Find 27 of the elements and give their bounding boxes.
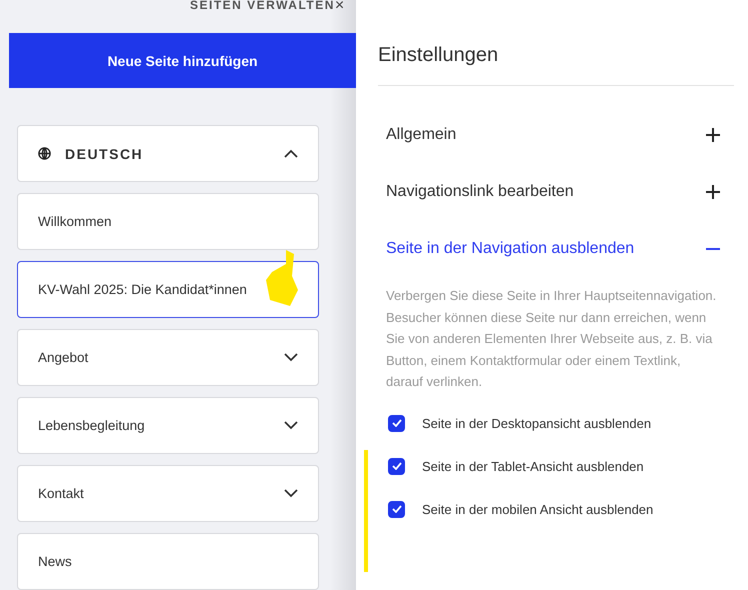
accordion-header[interactable]: Allgemein (378, 106, 734, 163)
description-text: Verbergen Sie diese Seite in Ihrer Hauptseitennavigation. Besucher können diese Seite nur dann erreichen, wenn Sie von anderen Elementen Ihrer Webseite aus, z. B. via Button, einem Kontaktformular oder einem Textlink, darauf verlinken. (386, 287, 718, 391)
checkbox-label: Seite in der Tablet-Ansicht ausblenden (422, 458, 644, 474)
checkmark-icon (392, 462, 402, 470)
highlighter-mark (264, 250, 298, 308)
checkbox[interactable] (388, 500, 405, 518)
accordion-header[interactable]: Navigationslink bearbeiten (378, 163, 734, 220)
page-item[interactable]: Angebot (17, 329, 319, 386)
panel-title: SEITEN VERWALTEN (190, 0, 335, 12)
checkbox-label: Seite in der mobilen Ansicht ausblenden (422, 502, 654, 516)
checkbox-label: Seite in der Desktopansicht ausblenden (422, 416, 652, 430)
close-button[interactable]: × (334, 0, 344, 15)
page-item[interactable]: News (17, 533, 319, 590)
add-page-button[interactable]: Neue Seite hinzufügen (9, 33, 356, 88)
language-label: DEUTSCH (65, 146, 144, 162)
checkbox[interactable] (388, 414, 405, 432)
language-selector[interactable]: DEUTSCH (17, 125, 319, 182)
page-item[interactable]: Kontakt (17, 465, 319, 522)
checkbox[interactable] (388, 458, 405, 474)
globe-icon (38, 147, 51, 160)
page-item[interactable]: KV-Wahl 2025: Die Kandidat*innen (17, 261, 319, 318)
page-item[interactable]: Lebensbegleitung (17, 397, 319, 454)
settings-title: Einstellungen (378, 44, 734, 86)
page-item[interactable]: Willkommen (17, 193, 319, 250)
checkmark-icon (392, 419, 402, 427)
accordion-header[interactable]: Seite in der Navigation ausblenden (378, 220, 734, 277)
checkmark-icon (392, 505, 402, 513)
